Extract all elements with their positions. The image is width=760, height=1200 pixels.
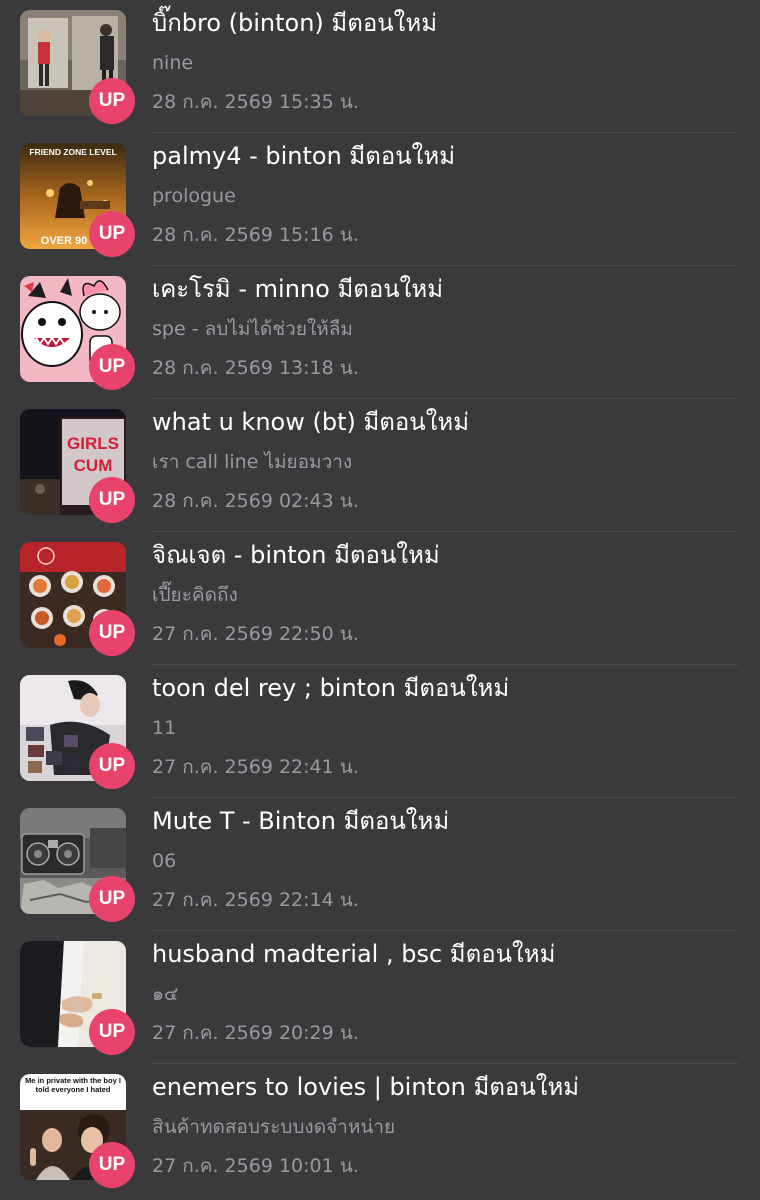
chapter-title: ๑๔ [152,983,179,1005]
story-title: toon del rey ; binton มีตอนใหม่ [152,674,510,702]
story-title: palmy4 - binton มีตอนใหม่ [152,142,456,170]
update-badge: UP [89,1142,135,1188]
list-item[interactable]: UP toon del rey ; binton มีตอนใหม่ 11 27… [0,665,760,798]
chapter-title: เรา call line ไม่ยอมวาง [152,451,353,473]
chapter-title: nine [152,52,194,74]
update-badge: UP [89,78,135,124]
update-badge: UP [89,344,135,390]
notification-list: UP บิ๊กbro (binton) มีตอนใหม่ nine 28 ก.… [0,0,760,1200]
story-title: Mute T - Binton มีตอนใหม่ [152,807,450,835]
update-badge: UP [89,477,135,523]
update-timestamp: 27 ก.ค. 2569 20:29 น. [152,1022,359,1044]
list-item[interactable]: GIRLS CUM UP what u know (bt) มีตอนใหม่ … [0,399,760,532]
story-title: enemers to lovies | binton มีตอนใหม่ [152,1073,580,1101]
update-badge: UP [89,211,135,257]
update-badge: UP [89,743,135,789]
list-item[interactable]: Me in private with the boy I told everyo… [0,1064,760,1197]
update-timestamp: 27 ก.ค. 2569 22:41 น. [152,756,359,778]
update-timestamp: 28 ก.ค. 2569 13:18 น. [152,357,359,379]
story-title: what u know (bt) มีตอนใหม่ [152,408,470,436]
thumbnail-caption: GIRLS [67,434,119,453]
update-timestamp: 27 ก.ค. 2569 22:50 น. [152,623,359,645]
chapter-title: 11 [152,717,177,739]
chapter-title: 06 [152,850,177,872]
list-item[interactable]: FRIEND ZONE LEVEL OVER 90 UP palmy4 - bi… [0,133,760,266]
thumbnail-caption: CUM [74,456,113,475]
update-badge: UP [89,876,135,922]
list-item[interactable]: UP husband madterial , bsc มีตอนใหม่ ๑๔ … [0,931,760,1064]
list-item[interactable]: UP เคะโรมิ - minno มีตอนใหม่ spe - ลบไม่… [0,266,760,399]
story-title: จิณเจต - binton มีตอนใหม่ [152,541,440,569]
chapter-title: สินค้าทดสอบระบบงดจำหน่าย [152,1116,396,1138]
story-title: เคะโรมิ - minno มีตอนใหม่ [152,275,444,303]
story-title: บิ๊กbro (binton) มีตอนใหม่ [152,9,438,37]
thumbnail-caption: FRIEND ZONE LEVEL [29,147,116,157]
story-title: husband madterial , bsc มีตอนใหม่ [152,940,556,968]
chapter-title: spe - ลบไม่ได้ช่วยให้ลืม [152,318,353,340]
update-badge: UP [89,1009,135,1055]
list-item[interactable]: UP Mute T - Binton มีตอนใหม่ 06 27 ก.ค. … [0,798,760,931]
update-timestamp: 28 ก.ค. 2569 15:35 น. [152,91,359,113]
chapter-title: เปี๊ยะคิดถึง [152,584,238,606]
list-item[interactable]: UP บิ๊กbro (binton) มีตอนใหม่ nine 28 ก.… [0,0,760,133]
update-badge: UP [89,610,135,656]
thumbnail-caption: Me in private with the boy I told everyo… [25,1076,121,1094]
update-timestamp: 28 ก.ค. 2569 02:43 น. [152,490,359,512]
chapter-title: prologue [152,185,236,207]
update-timestamp: 27 ก.ค. 2569 22:14 น. [152,889,359,911]
update-timestamp: 27 ก.ค. 2569 10:01 น. [152,1155,359,1177]
list-item[interactable]: UP จิณเจต - binton มีตอนใหม่ เปี๊ยะคิดถึ… [0,532,760,665]
thumbnail-caption: OVER 90 [41,235,87,247]
update-timestamp: 28 ก.ค. 2569 15:16 น. [152,224,359,246]
